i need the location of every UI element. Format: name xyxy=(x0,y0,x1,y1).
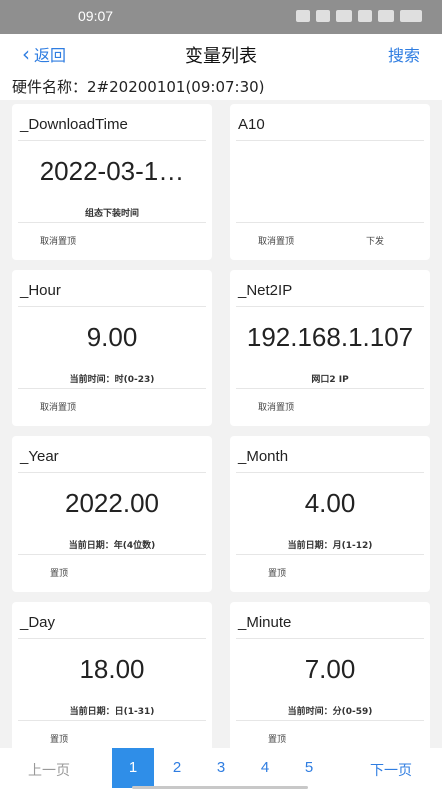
variable-value: 4.00 xyxy=(304,488,356,518)
variable-card[interactable]: _Hour 9.00 当前时间：时(0-23) 取消置顶 xyxy=(12,270,212,426)
variable-value: 192.168.1.107 xyxy=(246,322,414,352)
variable-value: 18.00 xyxy=(79,654,145,684)
send-button[interactable]: 下发 xyxy=(366,234,384,247)
variable-card[interactable]: _Day 18.00 当前日期：日(1-31) 置顶 xyxy=(12,602,212,748)
variable-description: 网口2 IP xyxy=(311,375,349,385)
divider xyxy=(236,306,424,307)
variable-name: _Month xyxy=(238,448,289,465)
prev-page-button[interactable]: 上一页 xyxy=(28,760,70,780)
variable-value: 2022.00 xyxy=(65,488,159,518)
divider xyxy=(236,720,424,721)
wifi-icon xyxy=(358,10,372,22)
page-button-2[interactable]: 2 xyxy=(156,748,198,788)
divider xyxy=(236,222,424,223)
hardware-name: 硬件名称：2#20200101(09:07:30) xyxy=(0,74,442,100)
home-indicator xyxy=(132,786,308,789)
divider xyxy=(18,720,206,721)
nav-bar: ‹ 返回 变量列表 搜索 xyxy=(0,34,442,74)
variable-name: _DownloadTime xyxy=(20,116,128,133)
unpin-button[interactable]: 取消置顶 xyxy=(258,400,294,413)
battery-icon xyxy=(400,10,422,22)
page-title: 变量列表 xyxy=(185,46,257,67)
variable-name: _Year xyxy=(20,448,59,465)
variable-description: 当前日期：日(1-31) xyxy=(69,707,155,717)
divider xyxy=(236,388,424,389)
eye-icon xyxy=(296,10,310,22)
variable-name: _Net2IP xyxy=(238,282,293,299)
variable-description: 当前日期：月(1-12) xyxy=(287,541,373,551)
variable-card[interactable]: _Month 4.00 当前日期：月(1-12) 置顶 xyxy=(230,436,430,592)
divider xyxy=(18,638,206,639)
variable-card[interactable]: _DownloadTime 2022-03-1… 组态下装时间 取消置顶 xyxy=(12,104,212,260)
pin-button[interactable]: 置顶 xyxy=(50,732,68,745)
status-bar: 09:07 xyxy=(0,0,442,34)
pin-button[interactable]: 置顶 xyxy=(268,732,286,745)
variable-card[interactable]: _Minute 7.00 当前时间：分(0-59) 置顶 xyxy=(230,602,430,748)
variable-card[interactable]: A10 取消置顶 下发 xyxy=(230,104,430,260)
divider xyxy=(236,554,424,555)
status-icons xyxy=(296,10,422,22)
variable-card[interactable]: _Year 2022.00 当前日期：年(4位数) 置顶 xyxy=(12,436,212,592)
divider xyxy=(236,638,424,639)
hd-icon xyxy=(316,10,330,22)
variable-name: A10 xyxy=(238,116,265,133)
search-button[interactable]: 搜索 xyxy=(388,42,420,66)
variable-grid: _DownloadTime 2022-03-1… 组态下装时间 取消置顶 A10… xyxy=(12,104,430,748)
divider xyxy=(18,472,206,473)
signal-icon-2 xyxy=(378,10,394,22)
page-button-1[interactable]: 1 xyxy=(112,748,154,788)
unpin-button[interactable]: 取消置顶 xyxy=(40,234,76,247)
variable-description: 当前日期：年(4位数) xyxy=(68,541,156,551)
variable-description: 当前时间：分(0-59) xyxy=(287,707,373,717)
pin-button[interactable]: 置顶 xyxy=(268,566,286,579)
pin-button[interactable]: 置顶 xyxy=(50,566,68,579)
variable-value: 2022-03-1… xyxy=(39,156,185,186)
variable-description: 当前时间：时(0-23) xyxy=(69,375,155,385)
divider xyxy=(18,222,206,223)
variable-name: _Minute xyxy=(238,614,292,631)
pagination: 上一页 1 2 3 4 5 下一页 xyxy=(0,748,442,792)
variable-name: _Day xyxy=(20,614,56,631)
variable-value: 9.00 xyxy=(86,322,138,352)
divider xyxy=(18,554,206,555)
variable-value: 7.00 xyxy=(304,654,356,684)
divider xyxy=(236,140,424,141)
unpin-button[interactable]: 取消置顶 xyxy=(258,234,294,247)
next-page-button[interactable]: 下一页 xyxy=(370,760,412,780)
divider xyxy=(236,472,424,473)
page-button-5[interactable]: 5 xyxy=(288,748,330,788)
unpin-button[interactable]: 取消置顶 xyxy=(40,400,76,413)
page-button-4[interactable]: 4 xyxy=(244,748,286,788)
divider xyxy=(18,306,206,307)
divider xyxy=(18,140,206,141)
variable-card[interactable]: _Net2IP 192.168.1.107 网口2 IP 取消置顶 xyxy=(230,270,430,426)
variable-name: _Hour xyxy=(20,282,61,299)
variable-description: 组态下装时间 xyxy=(84,209,139,219)
divider xyxy=(18,388,206,389)
signal-icon xyxy=(336,10,352,22)
status-time: 09:07 xyxy=(78,8,114,24)
page-button-3[interactable]: 3 xyxy=(200,748,242,788)
